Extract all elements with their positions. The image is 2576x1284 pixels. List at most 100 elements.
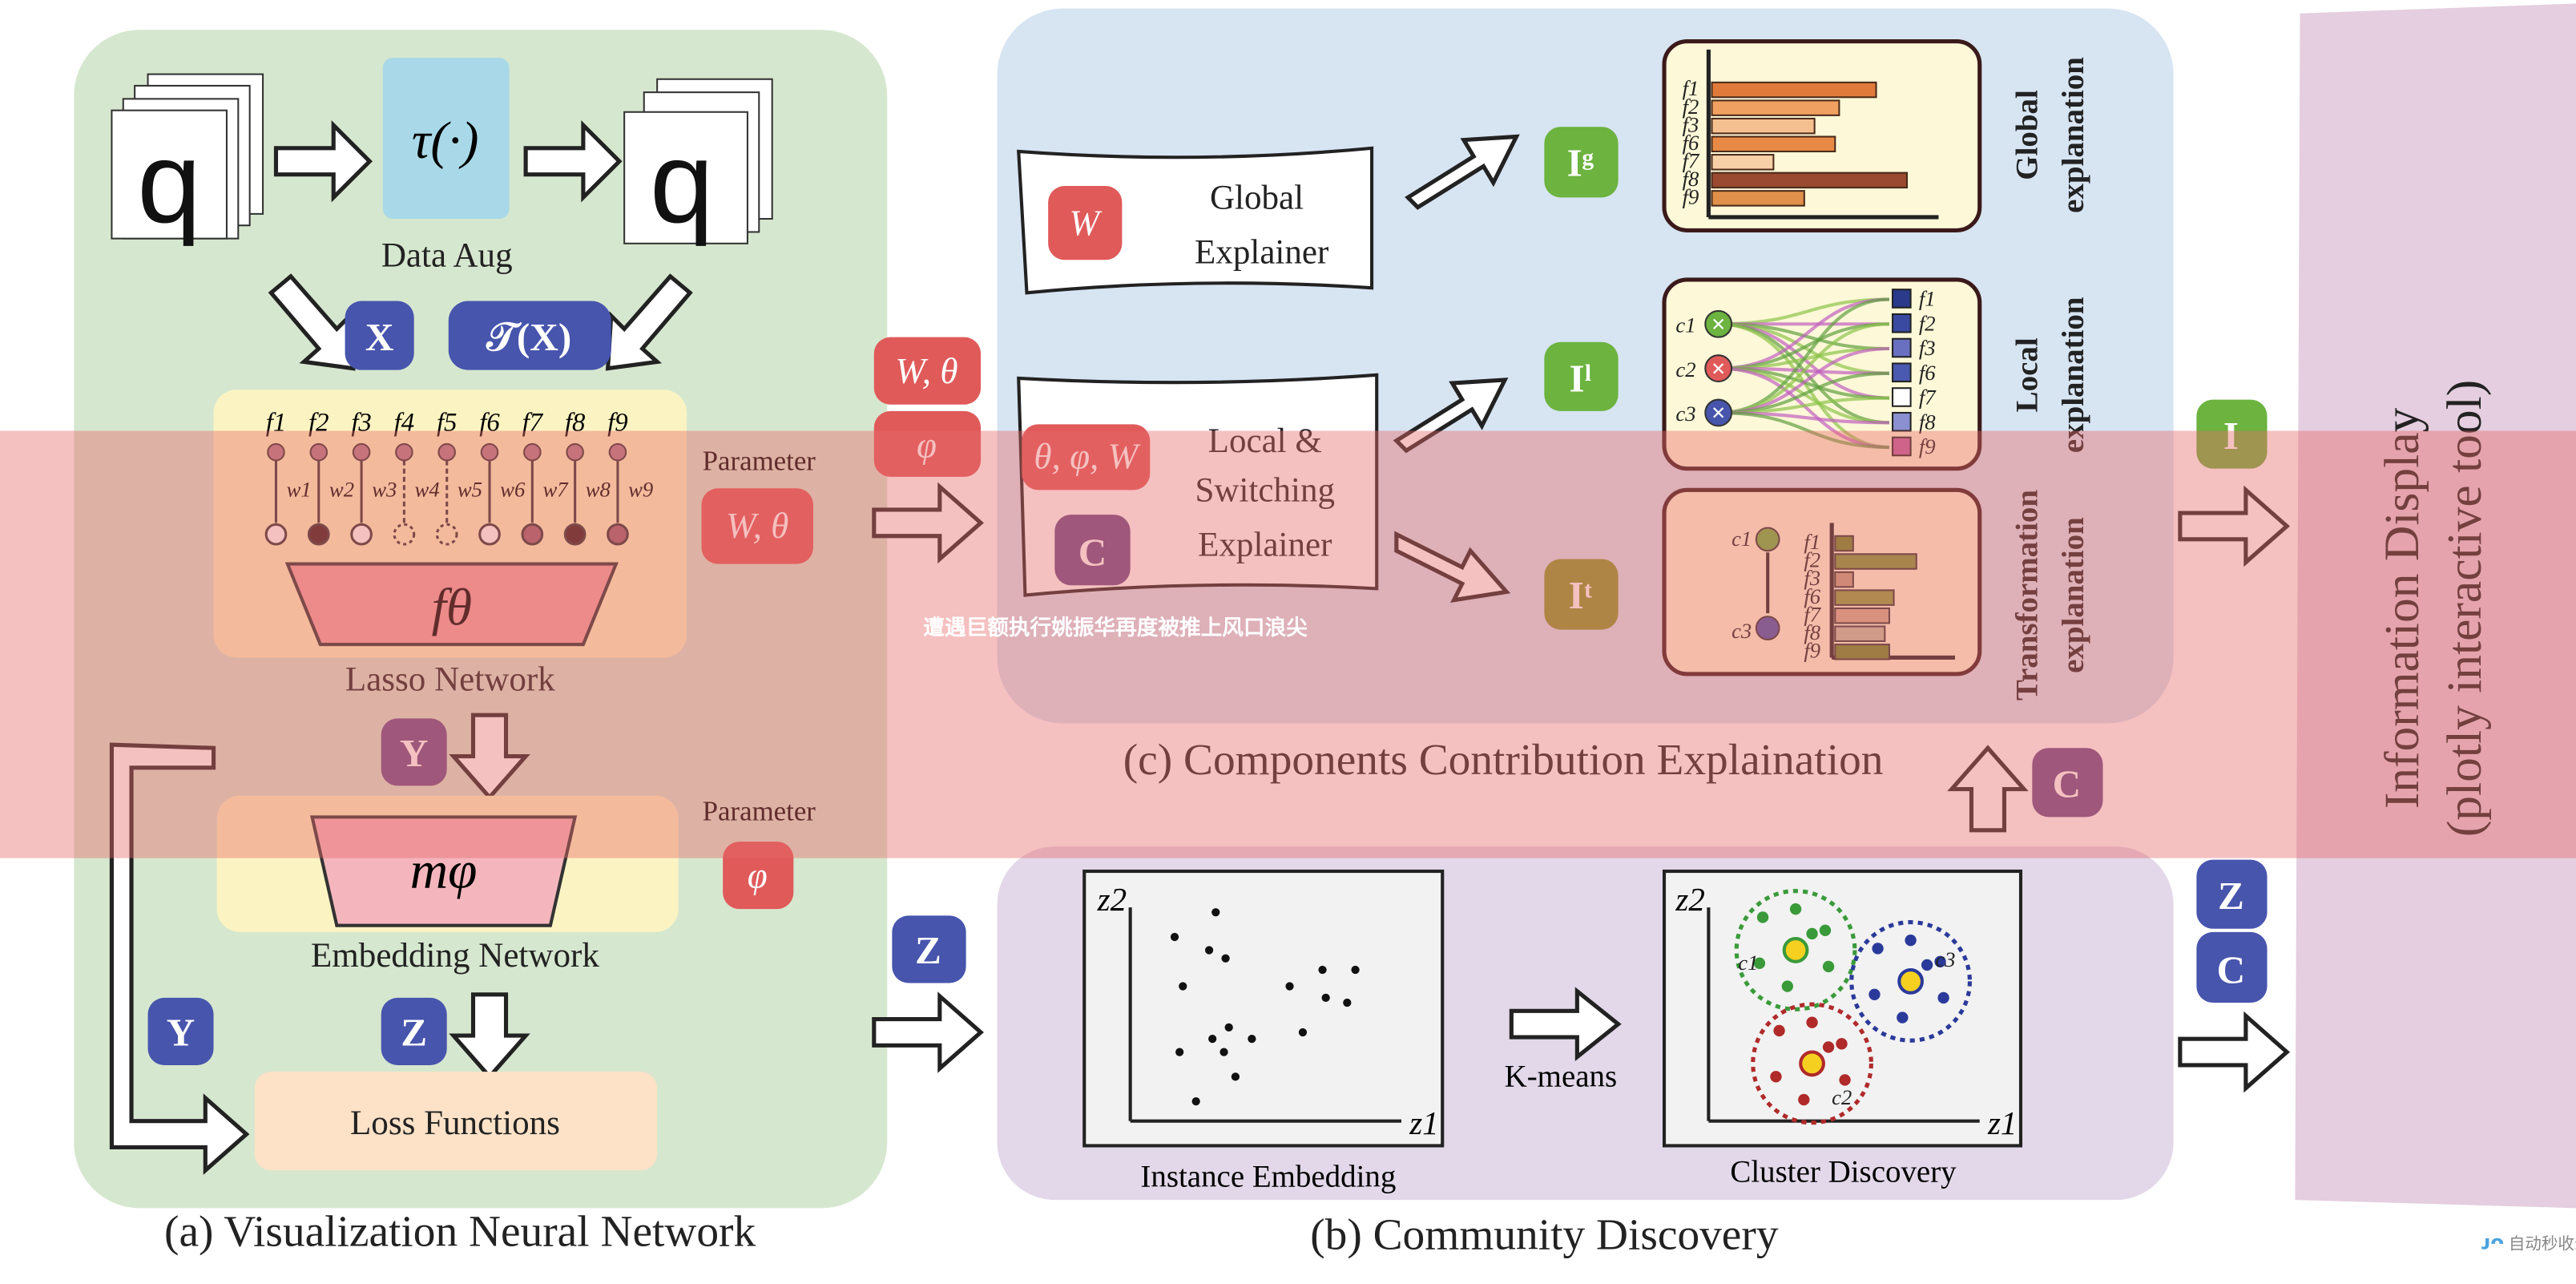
w-theta-text: W, θ [895,351,957,391]
arrow-right-icon [2178,1011,2291,1093]
data-point [1248,1035,1256,1044]
cluster-discovery-label: Cluster Discovery [1730,1155,1957,1189]
cross-icon: ✕ [1711,359,1726,379]
z2-axis-label: z2 [1675,881,1704,918]
feature-label: f2 [1919,311,1936,335]
cross-icon: ✕ [1711,314,1726,334]
centroid-icon [1799,1050,1825,1077]
augmented-digits: q [623,78,773,247]
data-point [1836,1038,1848,1050]
z-badge-text: Z [915,928,941,972]
feature-square [1892,337,1912,358]
arrow-right-icon [872,991,984,1073]
overlay-headline: 遭遇巨额执行姚振华再度被推上风口浪尖 [923,616,1308,640]
data-point [1191,1096,1200,1106]
z1-axis-label: z1 [1987,1104,2017,1141]
global-explainer-label: Explainer [1195,233,1328,271]
overlay-band [0,430,2576,858]
cluster-label: c1 [1675,313,1695,337]
local-explanation-title: Local [2010,337,2044,412]
embedding-network-label: Embedding Network [311,937,599,975]
data-point [1921,959,1933,971]
il-text: Iˡ [1570,356,1592,400]
z-badge-text: Z [2218,874,2244,918]
w-text: W [1069,204,1102,244]
cluster-label: c3 [1935,947,1955,971]
data-point [1756,911,1769,923]
y-badge-2-text: Y [167,1010,196,1054]
feature-square [1892,411,1912,432]
data-point [1839,1074,1851,1086]
loss-functions-label: Loss Functions [350,1104,560,1142]
data-point [1937,991,1949,1004]
data-point [1285,982,1294,991]
data-point [1770,1071,1782,1083]
data-point [1343,998,1352,1007]
x-badge-text: X [365,315,394,359]
data-point [1179,982,1187,991]
data-point [1806,1016,1818,1028]
feature-label: f1 [1919,287,1936,311]
bar [1711,172,1909,189]
data-aug-label: Data Aug [381,236,513,274]
local-explanation-title: explanation [2056,297,2090,453]
data-point [1224,1023,1233,1032]
bar [1711,99,1840,116]
bar [1711,154,1775,171]
data-point [1897,1011,1909,1024]
tx-badge-text: 𝒯(X) [486,315,571,359]
instance-embedding-plot [1082,869,1445,1148]
framework-diagram: q τ(·) q Data Aug X 𝒯(X) f1w1f2w2f3w3f4w… [0,3,2576,1259]
data-point [1321,993,1330,1003]
watermark-logo: ᴊᴖ 自动秒收录 [2481,1231,2576,1254]
data-point [1318,965,1327,975]
feature-square [1892,289,1912,309]
data-point [1208,1035,1217,1044]
instance-embedding-label: Instance Embedding [1140,1160,1396,1194]
bar [1711,135,1836,152]
z2-axis-label: z2 [1097,881,1127,918]
feature-label: f6 [1919,361,1936,385]
ig-text: Iᵍ [1567,141,1594,185]
bar [1711,190,1805,207]
data-point [1822,960,1835,973]
z-badge-text: Z [401,1010,427,1054]
bar [1711,117,1816,135]
cluster-label: c1 [1738,951,1758,975]
panel-a-caption: (a) Visualization Neural Network [164,1207,756,1256]
svg-text:ᴊᴖ: ᴊᴖ [2481,1231,2504,1254]
data-point [1773,1024,1785,1037]
data-point [1211,908,1220,917]
data-point [1175,1048,1184,1056]
centroid-icon [1897,968,1924,995]
tau-label: τ(·) [412,112,479,170]
z1-axis-label: z1 [1409,1104,1438,1141]
kmeans-label: K-means [1505,1060,1618,1094]
feature-square [1892,313,1912,333]
phi-text: φ [748,856,768,896]
feature-label: f9 [1683,185,1699,209]
panel-b-caption: (b) Community Discovery [1310,1210,1779,1259]
data-point [1872,943,1884,955]
svg-text:q: q [650,119,714,247]
data-point [1351,965,1360,975]
data-point [1298,1028,1308,1037]
feature-square [1892,362,1912,383]
centroid-icon [1782,937,1809,963]
bar [1711,81,1877,99]
feature-label: f7 [1919,386,1937,410]
feature-square [1892,387,1912,407]
global-explanation-title: Global [2010,90,2044,180]
global-explainer-label: Global [1210,180,1304,217]
feature-label: f3 [1919,336,1936,360]
cluster-label: c2 [1675,357,1695,382]
data-point [1781,980,1793,992]
data-point [1231,1072,1240,1081]
cross-icon: ✕ [1711,403,1726,423]
data-point [1822,1041,1835,1053]
svg-text:自动秒收录: 自动秒收录 [2509,1234,2576,1254]
global-explanation-title: explanation [2056,57,2090,213]
data-point [1806,927,1818,940]
svg-text:q: q [137,119,201,247]
feature-label: f8 [1919,410,1936,434]
